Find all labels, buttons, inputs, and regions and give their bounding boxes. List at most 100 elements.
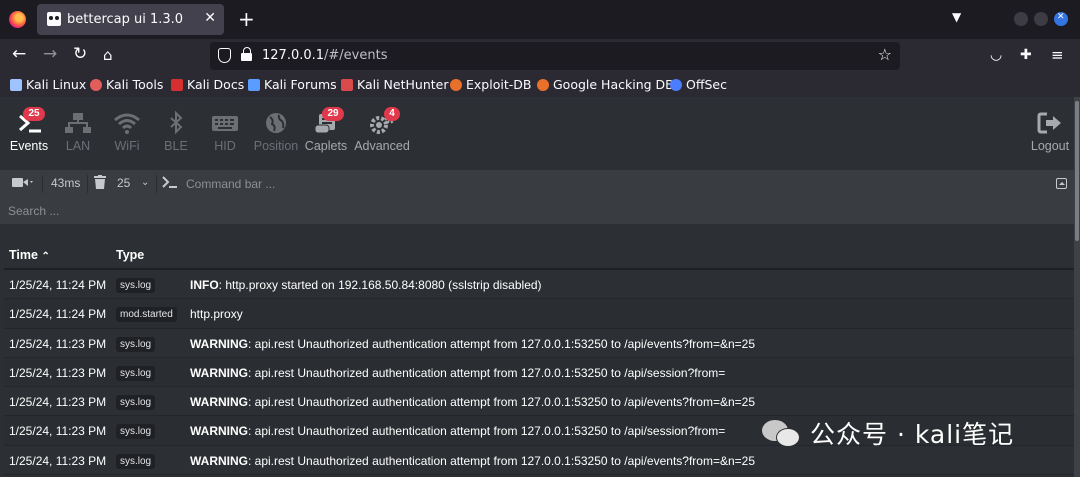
home-icon[interactable]: ⌂ <box>103 46 113 64</box>
table-row[interactable]: 1/25/24, 11:24 PM mod.started http.proxy <box>4 299 1074 329</box>
kali-dragon-icon <box>10 78 22 91</box>
nav-logout[interactable]: Logout <box>1018 107 1080 157</box>
wechat-icon <box>762 417 802 449</box>
network-icon <box>65 113 91 133</box>
reload-icon[interactable]: ↻ <box>73 44 87 64</box>
pocket-icon[interactable]: ◡ <box>990 47 1002 63</box>
table-row[interactable]: 1/25/24, 11:23 PM sys.log WARNING: api.r… <box>4 357 1074 388</box>
event-time: 1/25/24, 11:23 PM <box>9 395 107 410</box>
globe-icon <box>266 113 286 133</box>
column-header-type[interactable]: Type <box>116 248 144 262</box>
keyboard-icon <box>212 116 238 131</box>
nav-label: Caplets <box>304 139 348 153</box>
maximize-button[interactable] <box>1034 12 1048 26</box>
event-message: WARNING: api.rest Unauthorized authentic… <box>190 365 726 380</box>
back-arrow-icon[interactable]: ← <box>12 44 26 64</box>
exploit-db-icon <box>450 78 462 91</box>
url-text[interactable]: 127.0.0.1/#/events <box>262 48 387 63</box>
command-bar-input[interactable] <box>186 173 1046 195</box>
nav-caplets[interactable]: 29 Caplets <box>294 107 358 157</box>
event-time: 1/25/24, 11:23 PM <box>9 453 107 468</box>
browser-tab-bar: bettercap ui 1.3.0 ✕ + ▼ <box>0 0 1080 39</box>
event-message: WARNING: api.rest Unauthorized authentic… <box>190 453 755 468</box>
bookmark-kali-linux[interactable]: Kali Linux <box>10 77 86 92</box>
event-type-badge: sys.log <box>116 336 156 352</box>
nav-label: Logout <box>1030 139 1070 153</box>
firefox-icon[interactable] <box>9 11 26 28</box>
forward-arrow-icon[interactable]: → <box>43 44 57 64</box>
latency-value: 43ms <box>51 176 81 190</box>
event-time: 1/25/24, 11:23 PM <box>9 365 107 380</box>
bookmark-kali-docs[interactable]: Kali Docs <box>171 77 244 92</box>
advanced-badge: 4 <box>384 107 400 121</box>
event-message: WARNING: api.rest Unauthorized authentic… <box>190 336 755 351</box>
event-time: 1/25/24, 11:24 PM <box>9 307 107 322</box>
table-row[interactable]: 1/25/24, 11:23 PM sys.log WARNING: api.r… <box>4 329 1074 358</box>
event-message: WARNING: api.rest Unauthorized authentic… <box>190 395 755 410</box>
table-row[interactable]: 1/25/24, 11:24 PM sys.log INFO: http.pro… <box>4 270 1074 300</box>
extensions-icon[interactable]: ✚ <box>1020 47 1032 63</box>
search-input[interactable] <box>8 201 1068 221</box>
bookmark-kali-forums[interactable]: Kali Forums <box>248 77 337 92</box>
event-type-badge: sys.log <box>116 424 156 440</box>
trash-icon[interactable] <box>94 175 106 192</box>
close-tab-icon[interactable]: ✕ <box>204 10 216 26</box>
tab-title: bettercap ui 1.3.0 <box>67 12 184 27</box>
event-type-badge: sys.log <box>116 395 156 411</box>
bookmark-exploit-db[interactable]: Exploit-DB <box>450 77 531 92</box>
scrollbar-thumb[interactable] <box>1075 101 1079 241</box>
table-header: Time ⌃ Type <box>4 240 1074 270</box>
event-time: 1/25/24, 11:23 PM <box>9 424 107 439</box>
watermark-text: 公众号 · kali笔记 <box>810 420 1015 449</box>
event-type-badge: sys.log <box>116 365 156 381</box>
event-message: WARNING: api.rest Unauthorized authentic… <box>190 424 726 439</box>
nethunter-icon <box>341 78 353 91</box>
new-tab-button[interactable]: + <box>238 7 255 31</box>
menu-icon[interactable]: ≡ <box>1051 46 1064 64</box>
event-time: 1/25/24, 11:23 PM <box>9 336 107 351</box>
bookmark-kali-tools[interactable]: Kali Tools <box>90 77 163 92</box>
tracking-shield-icon[interactable] <box>218 48 231 63</box>
minimize-button[interactable] <box>1014 12 1028 26</box>
bookmark-kali-nethunter[interactable]: Kali NetHunter <box>341 77 448 92</box>
event-type-badge: mod.started <box>116 307 177 323</box>
kali-docs-icon <box>171 78 183 91</box>
collapse-icon[interactable] <box>1056 178 1067 189</box>
lock-icon[interactable] <box>241 47 253 63</box>
events-badge: 25 <box>23 107 45 121</box>
page-size-select[interactable]: 25 <box>117 176 130 190</box>
event-type-badge: sys.log <box>116 278 156 293</box>
toolbar-divider <box>87 175 88 193</box>
chevron-down-icon[interactable]: ▼ <box>952 10 961 24</box>
events-toolbar: 43ms 25 ⌄ <box>0 170 1074 224</box>
close-window-button[interactable] <box>1054 12 1068 26</box>
caplets-badge: 29 <box>322 107 344 121</box>
nav-advanced[interactable]: 4 Advanced <box>350 107 414 157</box>
scrollbar[interactable] <box>1074 97 1080 477</box>
bookmark-offsec[interactable]: OffSec <box>670 77 727 92</box>
logout-icon <box>1037 112 1061 134</box>
event-message: http.proxy <box>190 307 243 322</box>
table-row[interactable]: 1/25/24, 11:23 PM sys.log WARNING: api.r… <box>4 387 1074 417</box>
browser-nav-bar: ← → ↻ ⌂ 127.0.0.1/#/events ☆ ◡ ✚ ≡ <box>0 39 1080 73</box>
url-bar[interactable]: 127.0.0.1/#/events ☆ <box>210 42 900 70</box>
bookmark-star-icon[interactable]: ☆ <box>878 45 892 64</box>
bettercap-favicon-icon <box>47 12 61 26</box>
wifi-icon <box>114 113 140 134</box>
nav-label: Advanced <box>354 139 410 153</box>
event-time: 1/25/24, 11:24 PM <box>9 278 107 292</box>
bookmarks-toolbar: Kali Linux Kali Tools Kali Docs Kali For… <box>0 73 1080 97</box>
browser-tab[interactable]: bettercap ui 1.3.0 ✕ <box>37 4 224 35</box>
bookmark-google-hacking-db[interactable]: Google Hacking DB <box>537 77 674 92</box>
command-prompt-icon <box>162 175 178 192</box>
sort-ascending-icon: ⌃ <box>41 251 50 262</box>
watermark: 公众号 · kali笔记 <box>762 415 1014 451</box>
video-camera-icon[interactable] <box>12 175 36 192</box>
ghdb-icon <box>537 78 549 91</box>
column-header-time[interactable]: Time ⌃ <box>9 248 50 262</box>
offsec-icon <box>670 78 682 91</box>
event-type-badge: sys.log <box>116 453 156 469</box>
bluetooth-icon <box>170 111 183 135</box>
toolbar-divider <box>156 175 157 193</box>
chevron-down-icon[interactable]: ⌄ <box>141 177 149 188</box>
